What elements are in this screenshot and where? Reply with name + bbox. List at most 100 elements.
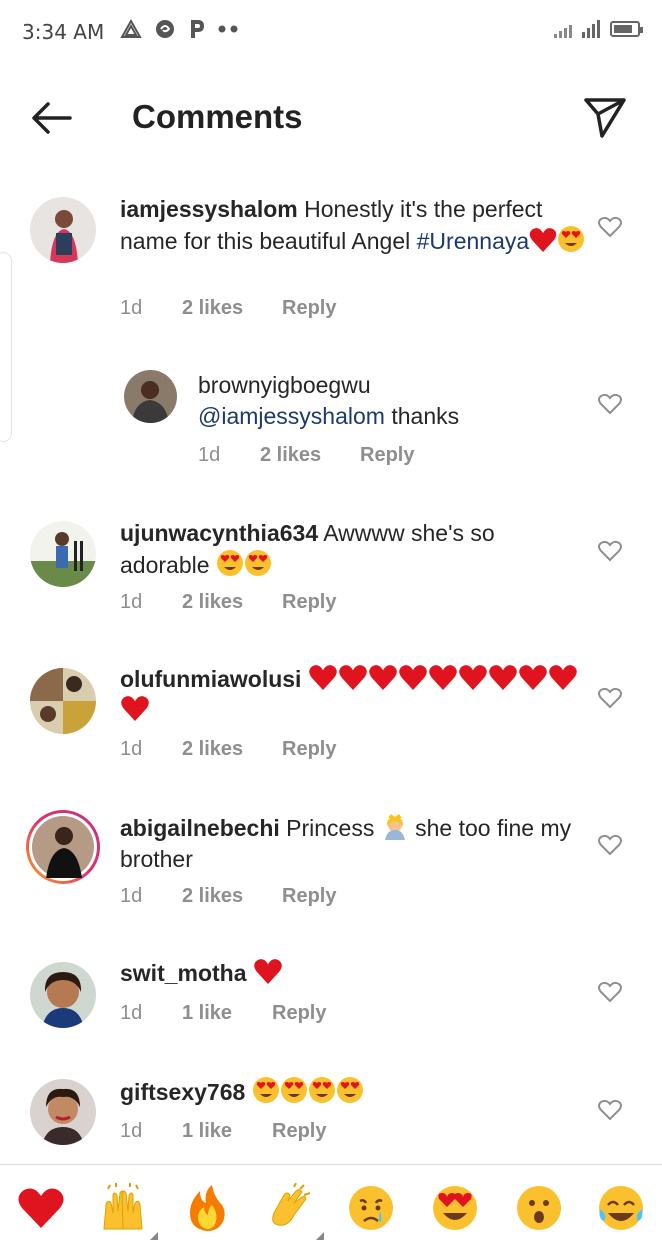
- status-time: 3:34 AM: [22, 20, 105, 44]
- scroll-edge-handle[interactable]: [0, 252, 12, 442]
- comment-username[interactable]: ujunwacynthia634: [120, 520, 318, 546]
- comment-time: 1d: [120, 1002, 143, 1024]
- red-heart-emoji: [369, 665, 397, 690]
- comment-time: 1d: [198, 444, 221, 466]
- avatar[interactable]: [124, 370, 177, 423]
- comment-text: giftsexy768: [120, 1076, 590, 1108]
- like-heart-icon[interactable]: [598, 981, 622, 1003]
- reply-button[interactable]: Reply: [282, 297, 336, 320]
- reply-button[interactable]: Reply: [282, 738, 336, 761]
- heart-eyes-emoji: [308, 1077, 335, 1103]
- red-heart-emoji: [254, 959, 282, 984]
- comment-text: olufunmiawolusi: [120, 664, 590, 726]
- comment-username[interactable]: abigailnebechi: [120, 815, 280, 841]
- like-heart-icon[interactable]: [598, 687, 622, 709]
- status-bar: 3:34 AM: [0, 0, 662, 66]
- comment-username[interactable]: giftsexy768: [120, 1079, 245, 1105]
- comment-meta: 1d 2 likes Reply: [198, 444, 414, 467]
- hashtag-link[interactable]: #Urennaya: [417, 228, 530, 254]
- like-heart-icon[interactable]: [598, 540, 622, 562]
- heart-eyes-emoji: [244, 550, 271, 576]
- comment-body: thanks: [391, 403, 460, 429]
- surprised-face-icon[interactable]: [514, 1183, 564, 1233]
- likes-count[interactable]: 2 likes: [182, 591, 282, 614]
- likes-count[interactable]: 2 likes: [182, 885, 282, 908]
- story-ring-avatar[interactable]: [24, 808, 102, 886]
- comment-username[interactable]: olufunmiawolusi: [120, 666, 301, 692]
- red-heart-emoji: [309, 665, 337, 690]
- like-heart-icon[interactable]: [598, 1099, 622, 1121]
- comment-meta: 1d 2 likes Reply: [120, 297, 336, 320]
- more-dots-icon: [218, 25, 238, 33]
- princess-emoji: [384, 814, 405, 840]
- like-heart-icon[interactable]: [598, 216, 622, 238]
- red-heart-emoji: [459, 665, 487, 690]
- more-variants-indicator: [316, 1232, 324, 1240]
- swirl-icon: [156, 20, 174, 38]
- reply-button[interactable]: Reply: [282, 591, 336, 614]
- comment-username[interactable]: brownyigboegwu: [198, 370, 598, 401]
- comments-header: Comments: [0, 66, 662, 170]
- comment-text: brownyigboegwu @iamjessyshalom thanks: [198, 370, 598, 432]
- comment-body-part1: Princess: [286, 815, 375, 841]
- red-heart-emoji: [339, 665, 367, 690]
- heart-eyes-emoji: [558, 226, 585, 252]
- comment-username[interactable]: swit_motha: [120, 960, 247, 986]
- avatar[interactable]: [30, 962, 96, 1028]
- red-heart-emoji: [489, 665, 517, 690]
- page-title: Comments: [132, 98, 303, 135]
- likes-count[interactable]: 2 likes: [182, 738, 282, 761]
- avatar[interactable]: [30, 668, 96, 734]
- raising-hands-icon[interactable]: [98, 1183, 148, 1233]
- emoji-quick-bar: [0, 1164, 662, 1251]
- send-direct-icon[interactable]: [582, 94, 628, 140]
- likes-count[interactable]: 1 like: [182, 1002, 272, 1025]
- mention-link[interactable]: @iamjessyshalom: [198, 403, 385, 429]
- battery-icon: [610, 21, 643, 37]
- likes-count[interactable]: 2 likes: [182, 297, 282, 320]
- comment-username[interactable]: iamjessyshalom: [120, 196, 298, 222]
- triangle-icon: [120, 19, 142, 38]
- avatar[interactable]: [30, 521, 96, 587]
- crying-face-icon[interactable]: [346, 1183, 396, 1233]
- like-heart-icon[interactable]: [598, 834, 622, 856]
- likes-count[interactable]: 2 likes: [260, 444, 360, 467]
- likes-count[interactable]: 1 like: [182, 1120, 272, 1143]
- fire-icon[interactable]: [182, 1183, 232, 1233]
- notification-icons: [120, 18, 240, 40]
- like-heart-icon[interactable]: [598, 393, 622, 415]
- red-heart-emoji: [549, 665, 577, 690]
- comment-meta: 1d 1 like Reply: [120, 1120, 326, 1143]
- clapping-hands-icon[interactable]: [264, 1183, 314, 1233]
- system-icons: [554, 20, 643, 38]
- heart-eyes-emoji: [280, 1077, 307, 1103]
- comment-meta: 1d 1 like Reply: [120, 1002, 326, 1025]
- signal-icon: [554, 20, 572, 38]
- comment-meta: 1d 2 likes Reply: [120, 591, 336, 614]
- comment-time: 1d: [120, 885, 143, 907]
- reply-button[interactable]: Reply: [272, 1120, 326, 1143]
- avatar[interactable]: [30, 197, 96, 263]
- red-heart-emoji: [429, 665, 457, 690]
- red-heart-emoji: [399, 665, 427, 690]
- reply-button[interactable]: Reply: [360, 444, 414, 467]
- heart-eyes-emoji: [252, 1077, 279, 1103]
- heart-eyes-face-icon[interactable]: [430, 1183, 480, 1233]
- comment-text: abigailnebechi Princess she too fine my …: [120, 812, 590, 875]
- comment-meta: 1d 2 likes Reply: [120, 885, 336, 908]
- tears-of-joy-face-icon[interactable]: [596, 1183, 646, 1233]
- comment-time: 1d: [120, 297, 143, 319]
- comment-text: swit_motha: [120, 958, 590, 989]
- red-heart-icon[interactable]: [16, 1183, 66, 1233]
- comment-time: 1d: [120, 591, 143, 613]
- red-heart-emoji: [529, 228, 557, 252]
- comment-meta: 1d 2 likes Reply: [120, 738, 336, 761]
- red-heart-emoji: [519, 665, 547, 690]
- back-arrow-icon[interactable]: [26, 94, 78, 142]
- reply-button[interactable]: Reply: [272, 1002, 326, 1025]
- more-variants-indicator: [150, 1232, 158, 1240]
- reply-button[interactable]: Reply: [282, 885, 336, 908]
- heart-eyes-emoji: [216, 550, 243, 576]
- comment-text: iamjessyshalom Honestly it's the perfect…: [120, 194, 590, 257]
- avatar[interactable]: [30, 1079, 96, 1145]
